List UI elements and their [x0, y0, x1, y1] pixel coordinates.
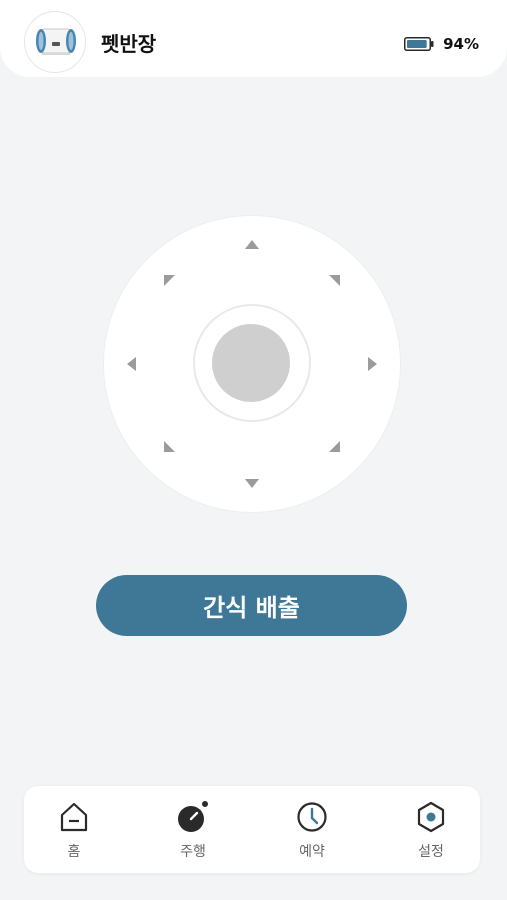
nav-item-schedule[interactable]: 예약: [262, 786, 362, 873]
joystick-knob[interactable]: [212, 324, 290, 402]
nav-item-drive[interactable]: 주행: [143, 786, 243, 873]
pet-robot-icon: [36, 28, 76, 55]
drive-icon: [178, 801, 208, 832]
arrow-left-icon[interactable]: [127, 357, 137, 371]
bottom-navigation: 홈 주행 예약 설정: [24, 786, 480, 873]
arrow-up-left-icon[interactable]: [164, 275, 176, 287]
top-bar: 펫반장 94%: [0, 0, 507, 77]
clock-icon: [297, 802, 327, 832]
dispense-treat-button[interactable]: 간식 배출: [96, 575, 407, 636]
nav-label-settings: 설정: [418, 844, 444, 860]
arrow-right-icon[interactable]: [367, 357, 377, 371]
nav-label-drive: 주행: [180, 844, 206, 860]
arrow-down-icon[interactable]: [245, 478, 259, 488]
battery-status: 94%: [404, 34, 479, 54]
battery-percentage: 94%: [443, 35, 479, 53]
device-name: 펫반장: [101, 32, 157, 56]
direction-joystick[interactable]: [104, 216, 400, 512]
nav-label-home: 홈: [67, 844, 81, 860]
arrow-up-icon[interactable]: [245, 240, 259, 250]
nav-label-schedule: 예약: [299, 844, 325, 860]
home-icon: [60, 802, 88, 832]
nav-item-settings[interactable]: 설정: [381, 786, 481, 873]
arrow-down-left-icon[interactable]: [164, 440, 176, 452]
settings-icon: [417, 801, 445, 833]
arrow-down-right-icon[interactable]: [328, 440, 340, 452]
arrow-up-right-icon[interactable]: [328, 275, 340, 287]
device-avatar[interactable]: [24, 11, 86, 73]
battery-icon: [404, 37, 434, 51]
nav-item-home[interactable]: 홈: [24, 786, 124, 873]
